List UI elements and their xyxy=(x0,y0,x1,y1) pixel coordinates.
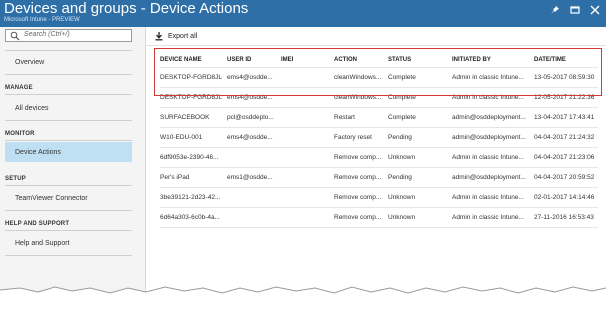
cell-imei xyxy=(281,107,334,128)
blade-header: Devices and groups - Device Actions Micr… xyxy=(0,0,606,27)
cell-user-id: ems1@osdde... xyxy=(227,167,281,188)
cell-action: Remove comp... xyxy=(334,167,388,188)
header-controls xyxy=(550,5,600,15)
divider xyxy=(5,140,132,141)
divider xyxy=(5,74,132,75)
sidebar-item-label: Help and Support xyxy=(15,239,70,247)
sidebar-item-overview[interactable]: Overview xyxy=(5,52,132,72)
sidebar-item-label: Device Actions xyxy=(15,148,61,156)
cell-status: Pending xyxy=(388,167,452,188)
highlight-annotation xyxy=(154,48,602,96)
cell-imei xyxy=(281,167,334,188)
page-subtitle: Microsoft Intune - PREVIEW xyxy=(4,17,80,23)
sidebar-item-teamviewer[interactable]: TeamViewer Connector xyxy=(5,188,132,208)
divider xyxy=(5,50,132,51)
cell-initiated-by: admin@osddeployment... xyxy=(452,167,534,188)
sidebar: Search (Ctrl+/) Overview MANAGE All devi… xyxy=(0,27,146,310)
cell-status: Unknown xyxy=(388,147,452,168)
divider xyxy=(5,255,132,256)
table-row[interactable]: Per's iPad ems1@osdde... Remove comp... … xyxy=(160,167,598,188)
cell-date-time: 04-04-2017 21:24:32 xyxy=(534,127,598,148)
cell-imei xyxy=(281,207,334,228)
cell-imei xyxy=(281,147,334,168)
cell-initiated-by: Admin in classic Intune... xyxy=(452,147,534,168)
divider xyxy=(5,230,132,231)
divider xyxy=(5,210,132,211)
sidebar-item-all-devices[interactable]: All devices xyxy=(5,98,132,118)
cell-date-time: 04-04-2017 21:23:06 xyxy=(534,147,598,168)
cell-status: Unknown xyxy=(388,207,452,228)
cell-action: Factory reset xyxy=(334,127,388,148)
cell-device-name: 6df9053e-2390-46... xyxy=(160,147,227,168)
cell-user-id xyxy=(227,147,281,168)
cell-action: Restart xyxy=(334,107,388,128)
cell-action: Remove comp... xyxy=(334,187,388,208)
cell-date-time: 02-01-2017 14:14:46 xyxy=(534,187,598,208)
cell-imei xyxy=(281,127,334,148)
cell-device-name: Per's iPad xyxy=(160,167,227,188)
cell-date-time: 13-04-2017 17:43:41 xyxy=(534,107,598,128)
cell-device-name: 3be39121-2d23-42... xyxy=(160,187,227,208)
torn-edge-decoration xyxy=(0,286,607,310)
download-icon xyxy=(155,32,163,41)
cell-initiated-by: admin@osddeployment... xyxy=(452,107,534,128)
divider xyxy=(5,94,132,95)
sidebar-item-device-actions[interactable]: Device Actions xyxy=(5,142,132,162)
sidebar-item-label: All devices xyxy=(15,104,49,112)
section-manage: MANAGE xyxy=(5,85,33,91)
cell-action: Remove comp... xyxy=(334,207,388,228)
toolbar-divider xyxy=(146,45,606,46)
cell-status: Unknown xyxy=(388,187,452,208)
table-row[interactable]: 6df9053e-2390-46... Remove comp... Unkno… xyxy=(160,147,598,168)
cell-device-name: 6d64a303-6c0b-4a... xyxy=(160,207,227,228)
page-title: Devices and groups - Device Actions xyxy=(4,0,249,17)
cell-status: Complete xyxy=(388,107,452,128)
cell-initiated-by: admin@osddeployment... xyxy=(452,127,534,148)
cell-initiated-by: Admin in classic Intune... xyxy=(452,187,534,208)
cell-date-time: 27-11-2016 16:53:43 xyxy=(534,207,598,228)
cell-action: Remove comp... xyxy=(334,147,388,168)
divider xyxy=(5,185,132,186)
cell-user-id: pcl@osddeplo... xyxy=(227,107,281,128)
sidebar-item-help-support[interactable]: Help and Support xyxy=(5,233,132,253)
pin-icon[interactable] xyxy=(550,5,560,15)
cell-status: Pending xyxy=(388,127,452,148)
divider xyxy=(5,120,132,121)
cell-initiated-by: Admin in classic Intune... xyxy=(452,207,534,228)
cell-user-id: ems4@osdde... xyxy=(227,127,281,148)
section-help: HELP AND SUPPORT xyxy=(5,221,70,227)
sidebar-item-label: TeamViewer Connector xyxy=(15,194,88,202)
table-row[interactable]: SURFACEBOOK pcl@osddeplo... Restart Comp… xyxy=(160,107,598,128)
cell-user-id xyxy=(227,187,281,208)
section-setup: SETUP xyxy=(5,176,27,182)
sidebar-item-label: Overview xyxy=(15,58,45,66)
cell-device-name: W10-EDU-001 xyxy=(160,127,227,148)
search-icon xyxy=(10,31,20,41)
table-row[interactable]: 3be39121-2d23-42... Remove comp... Unkno… xyxy=(160,187,598,208)
section-monitor: MONITOR xyxy=(5,131,35,137)
cell-device-name: SURFACEBOOK xyxy=(160,107,227,128)
cell-imei xyxy=(281,187,334,208)
table-row[interactable]: 6d64a303-6c0b-4a... Remove comp... Unkno… xyxy=(160,207,598,228)
cell-date-time: 04-04-2017 20:59:52 xyxy=(534,167,598,188)
export-all-button[interactable]: Export all xyxy=(154,30,197,42)
maximize-icon[interactable] xyxy=(570,5,580,15)
table-row[interactable]: W10-EDU-001 ems4@osdde... Factory reset … xyxy=(160,127,598,148)
search-input[interactable]: Search (Ctrl+/) xyxy=(5,29,132,42)
cell-user-id xyxy=(227,207,281,228)
search-placeholder: Search (Ctrl+/) xyxy=(24,31,70,38)
export-all-label: Export all xyxy=(168,32,198,40)
close-icon[interactable] xyxy=(590,5,600,15)
